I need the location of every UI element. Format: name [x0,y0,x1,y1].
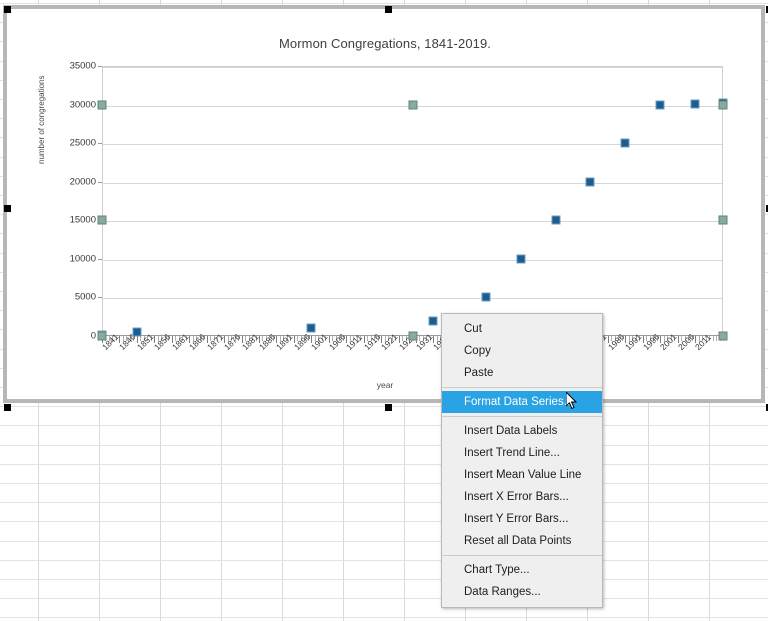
y-axis-tick-label: 5000 [74,291,96,303]
y-axis-tick-label: 35000 [69,60,96,72]
menu-item-format-data-series[interactable]: Format Data Series... [442,391,602,413]
menu-item-paste[interactable]: Paste [442,362,602,384]
y-axis-tick-label: 30000 [69,99,96,111]
y-gridline [103,182,722,184]
grid-row-line [0,502,768,503]
menu-item-insert-mean-value-line[interactable]: Insert Mean Value Line [442,464,602,486]
grid-row-line [0,483,768,484]
y-axis-tick-label: 15000 [69,214,96,226]
grid-row-line [0,425,768,426]
menu-item-chart-type[interactable]: Chart Type... [442,559,602,581]
menu-item-copy[interactable]: Copy [442,340,602,362]
menu-item-insert-y-error-bars[interactable]: Insert Y Error Bars... [442,508,602,530]
y-gridline [103,221,722,223]
y-gridline [103,298,722,300]
context-menu[interactable]: Cut Copy Paste Format Data Series... Insert … [441,313,603,608]
series-selection-handle[interactable] [97,215,107,225]
chart-object[interactable]: Mormon Congregations, 1841-2019. number … [6,8,762,400]
menu-item-insert-x-error-bars[interactable]: Insert X Error Bars... [442,486,602,508]
series-selection-handle[interactable] [97,331,107,341]
series-selection-handle[interactable] [97,100,107,110]
data-point[interactable] [690,99,700,109]
y-axis-tick-label: 10000 [69,253,96,265]
menu-separator [442,555,602,556]
grid-row-line [0,598,768,599]
menu-item-insert-data-labels[interactable]: Insert Data Labels [442,420,602,442]
y-axis-tick-mark [98,297,102,299]
menu-item-cut[interactable]: Cut [442,318,602,340]
y-axis-tick-label: 20000 [69,176,96,188]
series-selection-handle[interactable] [718,100,728,110]
data-point[interactable] [481,292,491,302]
grid-row-line [0,579,768,580]
grid-row-line [0,541,768,542]
y-gridline [103,259,722,261]
y-gridline [103,67,722,68]
data-point[interactable] [428,316,438,326]
data-point[interactable] [306,323,316,333]
grid-row-line [0,617,768,618]
data-point[interactable] [551,215,561,225]
y-axis-tick-mark [98,258,102,260]
y-axis-tick-mark [98,181,102,183]
x-axis-minor-tick [716,336,718,341]
grid-row-line [0,406,768,407]
data-point[interactable] [585,177,595,187]
menu-separator [442,416,602,417]
chart-title: Mormon Congregations, 1841-2019. [278,36,492,51]
y-axis-tick-label: 25000 [69,137,96,149]
y-axis-tick-mark [98,66,102,67]
series-selection-handle[interactable] [408,100,417,110]
y-axis-tick-mark [98,143,102,145]
grid-row-line [0,521,768,522]
series-selection-handle[interactable] [718,331,728,341]
series-selection-handle[interactable] [408,331,417,341]
grid-row-line [0,464,768,465]
menu-item-insert-trend-line[interactable]: Insert Trend Line... [442,442,602,464]
data-point[interactable] [132,327,142,337]
series-selection-handle[interactable] [718,215,728,225]
data-point[interactable] [655,100,665,110]
menu-separator [442,387,602,388]
grid-row-line [0,560,768,561]
x-axis-title: year [376,380,394,390]
menu-item-reset-all-data-points[interactable]: Reset all Data Points [442,530,602,552]
data-point[interactable] [620,138,630,148]
menu-item-data-ranges[interactable]: Data Ranges... [442,581,602,603]
grid-row-line [0,3,768,4]
grid-row-line [0,445,768,446]
mouse-cursor [566,392,578,410]
data-point[interactable] [516,254,526,264]
y-axis-title: number of congregations [37,75,46,165]
y-axis-tick-label: 0 [90,330,96,342]
